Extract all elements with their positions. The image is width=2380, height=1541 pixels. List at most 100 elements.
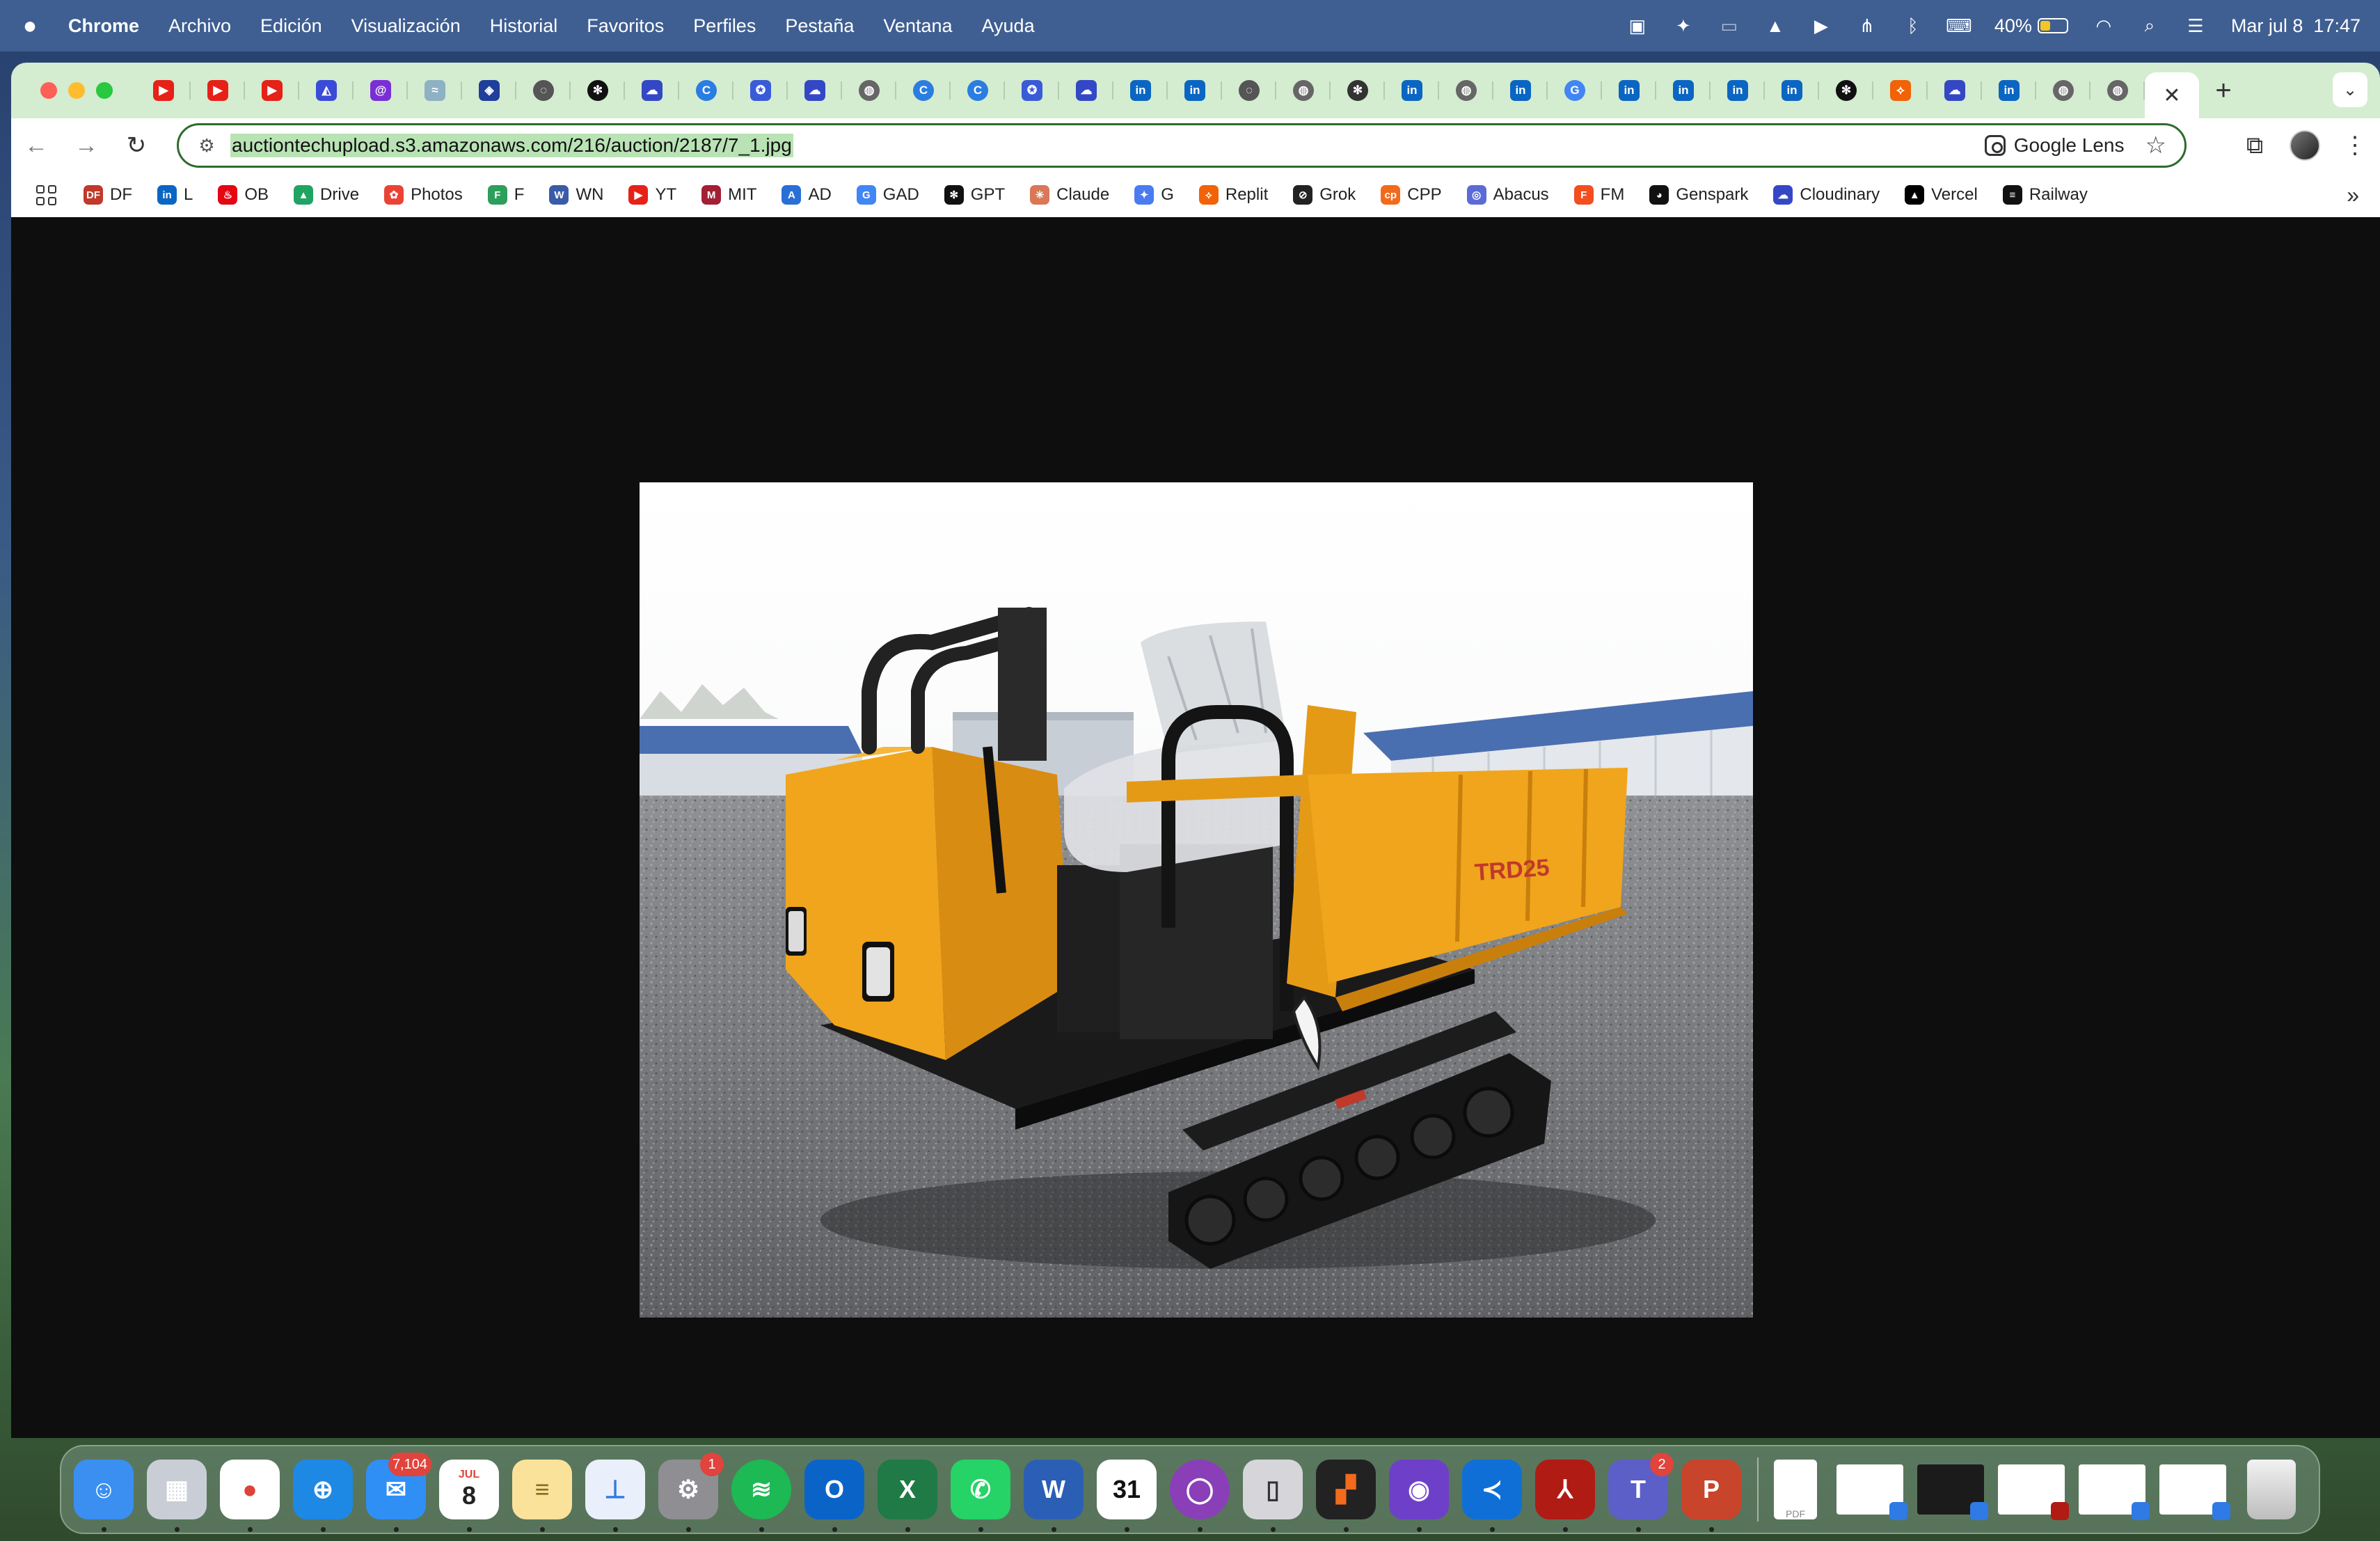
tab-2[interactable]: ▶ <box>245 70 299 111</box>
dock-word[interactable]: W <box>1024 1460 1084 1532</box>
wifi-icon[interactable]: ◠ <box>2093 15 2114 36</box>
tab-11[interactable]: ✪ <box>733 70 788 111</box>
dock-fantastical[interactable]: 31 <box>1097 1460 1157 1532</box>
tab-17[interactable]: ☁ <box>1059 70 1113 111</box>
dock-outlook[interactable]: O <box>804 1460 864 1532</box>
apps-grid-icon[interactable] <box>36 184 57 205</box>
dock-circle-app[interactable]: ◯ <box>1170 1460 1230 1532</box>
battery-status[interactable]: 40% <box>1994 15 2068 37</box>
dock-calendar[interactable]: JUL 8 <box>439 1460 499 1532</box>
dock-excel[interactable]: X <box>878 1460 937 1532</box>
bookmark-gpt[interactable]: ✻ GPT <box>944 185 1005 205</box>
dock-vscode[interactable]: ≺ <box>1462 1460 1522 1532</box>
menu-app-name[interactable]: Chrome <box>68 15 139 37</box>
spotlight-search-icon[interactable]: ⌕ <box>2139 15 2160 36</box>
tab-0[interactable]: ▶ <box>136 70 191 111</box>
dock-keynote[interactable]: ⊥ <box>585 1460 645 1532</box>
chrome-menu-icon[interactable]: ⋮ <box>2330 132 2380 159</box>
menu-archivo[interactable]: Archivo <box>168 15 231 37</box>
tab-22[interactable]: ✻ <box>1331 70 1385 111</box>
bookmark-mit[interactable]: M MIT <box>701 185 756 205</box>
new-tab-button[interactable]: + <box>2199 75 2248 106</box>
tab-20[interactable]: ◌ <box>1222 70 1276 111</box>
tab-25[interactable]: in <box>1493 70 1548 111</box>
teams-status-icon[interactable]: ✦ <box>1673 15 1694 36</box>
site-settings-icon[interactable]: ⚙ <box>190 135 223 157</box>
bookmark-railway[interactable]: ≡ Railway <box>2002 185 2088 205</box>
menubar-clock[interactable]: Mar jul 8 17:47 <box>2231 15 2361 37</box>
apple-menu-icon[interactable]: ● <box>19 13 40 40</box>
bookmark-vercel[interactable]: ▲ Vercel <box>1905 185 1978 205</box>
tab-13[interactable]: ◍ <box>842 70 896 111</box>
bookmark-f[interactable]: FF <box>487 185 524 205</box>
tab-8[interactable]: ✻ <box>571 70 625 111</box>
back-button[interactable]: ← <box>11 132 61 159</box>
tab-7[interactable]: ◌ <box>516 70 571 111</box>
bookmark-replit[interactable]: ⟡ Replit <box>1198 185 1268 205</box>
tab-1[interactable]: ▶ <box>191 70 245 111</box>
bookmark-gad[interactable]: G GAD <box>856 185 919 205</box>
tab-33[interactable]: ☁ <box>1928 70 1982 111</box>
menu-perfiles[interactable]: Perfiles <box>693 15 756 37</box>
menu-favoritos[interactable]: Favoritos <box>587 15 664 37</box>
reload-button[interactable]: ↻ <box>111 132 161 159</box>
bookmark-df[interactable]: DF DF <box>84 185 132 205</box>
close-window-button[interactable] <box>40 82 57 99</box>
menu-edicion[interactable]: Edición <box>260 15 322 37</box>
bookmark-fm[interactable]: F FM <box>1573 185 1624 205</box>
dock-launchpad[interactable]: ▦ <box>147 1460 207 1532</box>
tab-search-button[interactable]: ⌄ <box>2333 72 2367 107</box>
screenshot-thumb-icon[interactable] <box>2079 1464 2150 1520</box>
bluetooth-icon[interactable]: ᛒ <box>1903 15 1923 36</box>
forward-button[interactable]: → <box>61 132 111 159</box>
minimize-window-button[interactable] <box>68 82 85 99</box>
tab-36[interactable]: ◍ <box>2091 70 2145 111</box>
dock-spotify[interactable]: ≋ <box>731 1460 791 1532</box>
close-tab-icon[interactable]: ✕ <box>2163 84 2180 108</box>
tab-32[interactable]: ⟡ <box>1873 70 1928 111</box>
bookmark-yt[interactable]: ▶ YT <box>628 185 676 205</box>
bookmark-cpp[interactable]: cp CPP <box>1381 185 1442 205</box>
more-bookmarks-icon[interactable]: » <box>2347 182 2359 208</box>
tab-27[interactable]: in <box>1602 70 1656 111</box>
control-center-icon[interactable]: ☰ <box>2185 15 2206 36</box>
dock-blocks-app[interactable]: ▞ <box>1316 1460 1376 1532</box>
tab-14[interactable]: C <box>896 70 951 111</box>
tab-6[interactable]: ◈ <box>462 70 516 111</box>
network-monitor-icon[interactable]: ⋔ <box>1857 15 1878 36</box>
bookmark-wn[interactable]: W WN <box>549 185 603 205</box>
tab-active[interactable]: ✕ <box>2145 72 2199 118</box>
bookmark-ob[interactable]: ♨ OB <box>218 185 269 205</box>
tab-30[interactable]: in <box>1765 70 1819 111</box>
dock-iphone-mirroring[interactable]: ▯ <box>1243 1460 1303 1532</box>
tab-21[interactable]: ◍ <box>1276 70 1331 111</box>
tab-3[interactable]: ◭ <box>299 70 354 111</box>
tab-34[interactable]: in <box>1982 70 2036 111</box>
url-text[interactable]: auctiontechupload.s3.amazonaws.com/216/a… <box>230 134 793 157</box>
tab-24[interactable]: ◍ <box>1439 70 1493 111</box>
dock-teams[interactable]: T2 <box>1608 1453 1674 1532</box>
play-icon[interactable]: ▶ <box>1811 15 1832 36</box>
tab-19[interactable]: in <box>1168 70 1222 111</box>
bookmark-cloudinary[interactable]: ☁ Cloudinary <box>1773 185 1880 205</box>
bookmark-drive[interactable]: ▲ Drive <box>294 185 359 205</box>
dock-mail[interactable]: ✉ 7,104 <box>366 1453 431 1532</box>
dock-github-desktop[interactable]: ◉ <box>1389 1460 1449 1532</box>
tab-18[interactable]: in <box>1113 70 1168 111</box>
screenshot-thumb-icon[interactable] <box>2159 1464 2230 1520</box>
bookmark-genspark[interactable]: ◕ Genspark <box>1649 185 1748 205</box>
pdf-file-icon[interactable]: PDF <box>1774 1460 1817 1519</box>
dock-chrome[interactable]: ● <box>220 1460 280 1532</box>
dock-notes[interactable]: ≡ <box>512 1460 572 1532</box>
tab-5[interactable]: ≈ <box>408 70 462 111</box>
screen-capture-icon[interactable]: ▣ <box>1627 15 1648 36</box>
google-lens-button[interactable]: Google Lens <box>1984 134 2125 157</box>
tab-12[interactable]: ☁ <box>788 70 842 111</box>
dock-system-settings[interactable]: ⚙ 1 <box>658 1453 724 1532</box>
menu-ventana[interactable]: Ventana <box>883 15 952 37</box>
display-icon[interactable]: ▭ <box>1719 15 1740 36</box>
bookmark-ad[interactable]: A AD <box>782 185 832 205</box>
tab-10[interactable]: C <box>679 70 733 111</box>
tab-15[interactable]: C <box>951 70 1005 111</box>
bookmark-claude[interactable]: ✳ Claude <box>1030 185 1109 205</box>
